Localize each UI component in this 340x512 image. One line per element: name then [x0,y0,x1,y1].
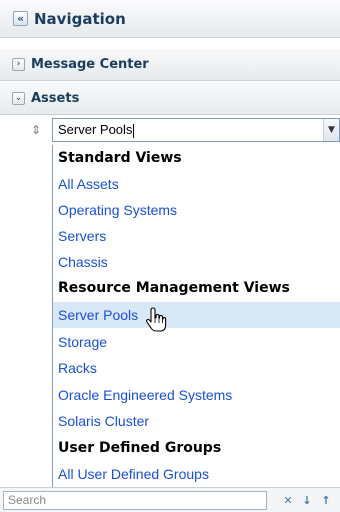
accordion-assets[interactable]: ⌄ Assets [0,82,340,115]
search-input[interactable]: Search [3,491,267,510]
dropdown-option-servers[interactable]: Servers [53,223,340,249]
dropdown-group-standard-views: Standard Views [58,150,182,166]
navigation-panel: « Navigation › Message Center ⌄ Assets ⇕… [0,0,340,512]
arrow-up-icon[interactable]: ↑ [318,492,334,508]
dropdown-option-all-assets[interactable]: All Assets [53,171,340,197]
assets-view-dropdown-list: Standard Views All Assets Operating Syst… [52,145,340,512]
double-chevron-left-icon[interactable]: « [13,11,28,26]
assets-view-selector-row: ⇕ Server Pools ▼ [0,117,340,145]
dropdown-option-all-user-defined-groups[interactable]: All User Defined Groups [53,461,340,487]
dropdown-option-storage[interactable]: Storage [53,329,340,355]
assets-view-select-text: Server Pools [58,122,133,138]
navigation-title: Navigation [34,9,126,28]
dropdown-option-solaris-cluster[interactable]: Solaris Cluster [53,408,340,434]
assets-view-select-value[interactable]: Server Pools [53,122,323,138]
hand-pointer-cursor-icon [146,307,167,332]
search-bar: Search ✕ ↓ ↑ [0,487,340,512]
dropdown-option-server-pools[interactable]: Server Pools [53,302,340,328]
refresh-icon[interactable]: ⇕ [29,123,43,137]
dropdown-option-racks[interactable]: Racks [53,355,340,381]
accordion-message-center[interactable]: › Message Center [0,48,340,81]
accordion-label-message-center: Message Center [31,57,149,72]
collapse-chevron-down-icon[interactable]: ⌄ [12,92,25,105]
assets-view-select[interactable]: Server Pools ▼ [52,118,340,142]
expand-chevron-right-icon[interactable]: › [12,58,25,71]
dropdown-group-user-defined-groups: User Defined Groups [58,440,222,456]
dropdown-option-chassis[interactable]: Chassis [53,249,340,275]
arrow-down-icon[interactable]: ↓ [299,492,315,508]
chevron-down-icon[interactable]: ▼ [323,119,339,141]
dropdown-option-oracle-engineered-systems[interactable]: Oracle Engineered Systems [53,382,340,408]
accordion-label-assets: Assets [31,91,80,106]
dropdown-group-resource-management-views: Resource Management Views [58,280,290,296]
clear-x-icon[interactable]: ✕ [280,492,296,508]
text-caret [133,123,135,138]
navigation-header: « Navigation [0,0,340,38]
dropdown-option-operating-systems[interactable]: Operating Systems [53,197,340,223]
